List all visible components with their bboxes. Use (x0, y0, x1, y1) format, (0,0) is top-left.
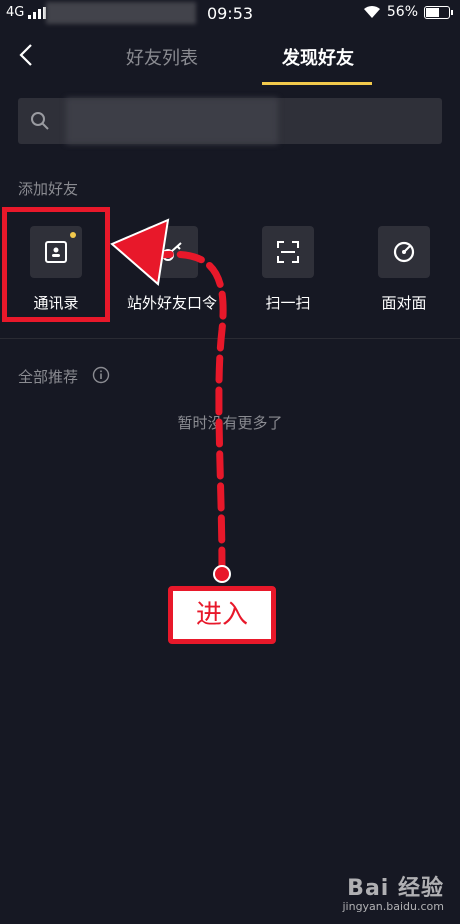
annotation-arrow (110, 218, 231, 583)
watermark-logo: Bai 经验 jingyan.baidu.com (342, 876, 444, 913)
callout-enter: 进入 (168, 586, 276, 644)
